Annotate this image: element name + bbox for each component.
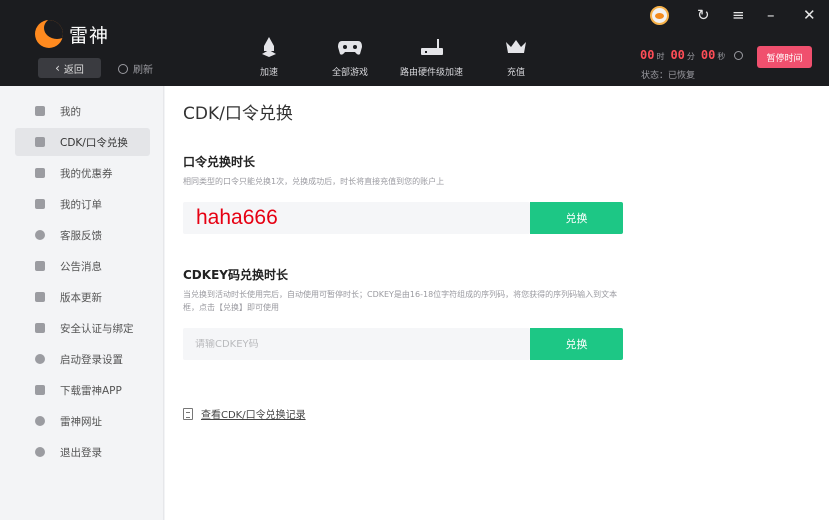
refresh-icon [118, 63, 128, 74]
section-desc-code: 相同类型的口令只能兑换1次，兑换成功后，时长将直接充值到您的账户上 [183, 177, 445, 186]
rocket-icon [257, 36, 281, 58]
logout-icon [35, 447, 45, 457]
router-icon [420, 36, 444, 58]
nav-label: 路由硬件级加速 [400, 68, 464, 78]
sidebar-item-version-update[interactable]: 版本更新 [15, 283, 150, 311]
nav-item-accelerate[interactable]: 加速 [257, 36, 281, 78]
user-icon [35, 106, 45, 116]
sidebar-item-orders[interactable]: 我的订单 [15, 190, 150, 218]
cdkey-input[interactable] [195, 338, 530, 350]
section-title-code: 口令兑换时长 [183, 155, 256, 169]
support-icon[interactable]: ↻ [697, 6, 710, 24]
phone-icon [35, 385, 45, 395]
timer-minutes: 00 [670, 48, 685, 62]
redeem-code-button[interactable]: 兑换 [530, 202, 623, 234]
sidebar-item-startup-settings[interactable]: 启动登录设置 [15, 345, 150, 373]
nav-label: 全部游戏 [332, 68, 369, 78]
sidebar-item-label: 安全认证与绑定 [60, 322, 134, 335]
cdkey-input-field[interactable] [183, 328, 530, 360]
sidebar-item-label: 我的 [60, 105, 81, 118]
sidebar-item-mine[interactable]: 我的 [15, 97, 150, 125]
redeem-record-link[interactable]: 查看CDK/口令兑换记录 [183, 406, 306, 421]
avatar[interactable] [650, 6, 669, 25]
refresh-label: 刷新 [133, 65, 153, 76]
app-title: 雷神 [69, 24, 110, 47]
gift-icon [35, 137, 45, 147]
sidebar-item-label: 版本更新 [60, 291, 102, 304]
speaker-icon [35, 261, 45, 271]
pause-time-button[interactable]: 暂停时间 [757, 46, 812, 68]
sidebar-item-label: 雷神网址 [60, 415, 102, 428]
gamepad-icon [338, 36, 362, 58]
sidebar-item-label: 我的优惠券 [60, 167, 113, 180]
main-panel: CDK/口令兑换 口令兑换时长 相同类型的口令只能兑换1次，兑换成功后，时长将直… [165, 86, 829, 520]
sidebar-item-logout[interactable]: 退出登录 [15, 438, 150, 466]
back-button[interactable]: ‹ 返回 [38, 58, 101, 78]
sidebar-item-label: 下载雷神APP [60, 384, 122, 397]
menu-icon[interactable]: ≡ [732, 6, 745, 24]
nav-item-recharge[interactable]: 充值 [504, 36, 528, 78]
sidebar-item-label: 我的订单 [60, 198, 102, 211]
sidebar-item-label: 启动登录设置 [60, 353, 123, 366]
update-icon [35, 292, 45, 302]
service-icon [35, 230, 45, 240]
sidebar-item-label: CDK/口令兑换 [60, 136, 128, 149]
timer-seconds-unit: 秒 [717, 52, 726, 61]
chevron-left-icon: ‹ [55, 61, 60, 75]
globe-icon [35, 416, 45, 426]
sidebar-item-announcements[interactable]: 公告消息 [15, 252, 150, 280]
sidebar-item-coupons[interactable]: 我的优惠券 [15, 159, 150, 187]
close-icon[interactable]: ✕ [803, 6, 816, 24]
section-title-cdkey: CDKEY码兑换时长 [183, 268, 288, 282]
crown-icon [504, 36, 528, 58]
nav-label: 加速 [259, 68, 278, 78]
shield-icon [35, 323, 45, 333]
title-bar: 雷神 ‹ 返回 刷新 加速 全部游戏 路由硬件级加速 充值 ↻ ≡ – ✕ 00… [0, 0, 829, 86]
redeem-cdkey-button[interactable]: 兑换 [530, 328, 623, 360]
app-logo: 雷神 [35, 20, 109, 48]
nav-item-all-games[interactable]: 全部游戏 [332, 36, 368, 78]
sidebar-item-download-app[interactable]: 下载雷神APP [15, 376, 150, 404]
pause-timer: 00 时 00 分 00 秒 [640, 48, 744, 62]
sidebar-item-label: 公告消息 [60, 260, 102, 273]
gear-icon [35, 354, 45, 364]
timer-hours-unit: 时 [656, 52, 665, 61]
sidebar-item-cdk-redeem[interactable]: CDK/口令兑换 [15, 128, 150, 156]
clock-icon [734, 50, 744, 60]
timer-hours: 00 [640, 48, 655, 62]
nav-label: 充值 [506, 68, 525, 78]
coupon-icon [35, 168, 45, 178]
sidebar: 我的 CDK/口令兑换 我的优惠券 我的订单 客服反馈 公告消息 版本更新 安全… [0, 86, 164, 520]
back-label: 返回 [63, 64, 84, 76]
refresh-button[interactable]: 刷新 [118, 61, 153, 76]
code-input[interactable] [196, 206, 530, 230]
sidebar-item-label: 客服反馈 [60, 229, 102, 242]
document-icon [183, 407, 193, 420]
sidebar-item-feedback[interactable]: 客服反馈 [15, 221, 150, 249]
sidebar-item-website[interactable]: 雷神网址 [15, 407, 150, 435]
order-icon [35, 199, 45, 209]
section-desc-cdkey: 当兑换到活动时长使用完后，自动使用可暂停时长；CDKEY是由16-18位字符组成… [183, 290, 618, 312]
logo-icon [35, 20, 63, 48]
page-title: CDK/口令兑换 [183, 104, 293, 124]
status-text: 状态：已恢复 [641, 71, 696, 81]
record-link-label: 查看CDK/口令兑换记录 [201, 410, 306, 421]
timer-seconds: 00 [700, 48, 716, 62]
code-input-field[interactable] [183, 202, 530, 234]
timer-minutes-unit: 分 [686, 52, 695, 61]
nav-item-router[interactable]: 路由硬件级加速 [400, 36, 463, 78]
minimize-icon[interactable]: – [767, 6, 775, 24]
sidebar-item-security[interactable]: 安全认证与绑定 [15, 314, 150, 342]
sidebar-item-label: 退出登录 [60, 446, 102, 459]
